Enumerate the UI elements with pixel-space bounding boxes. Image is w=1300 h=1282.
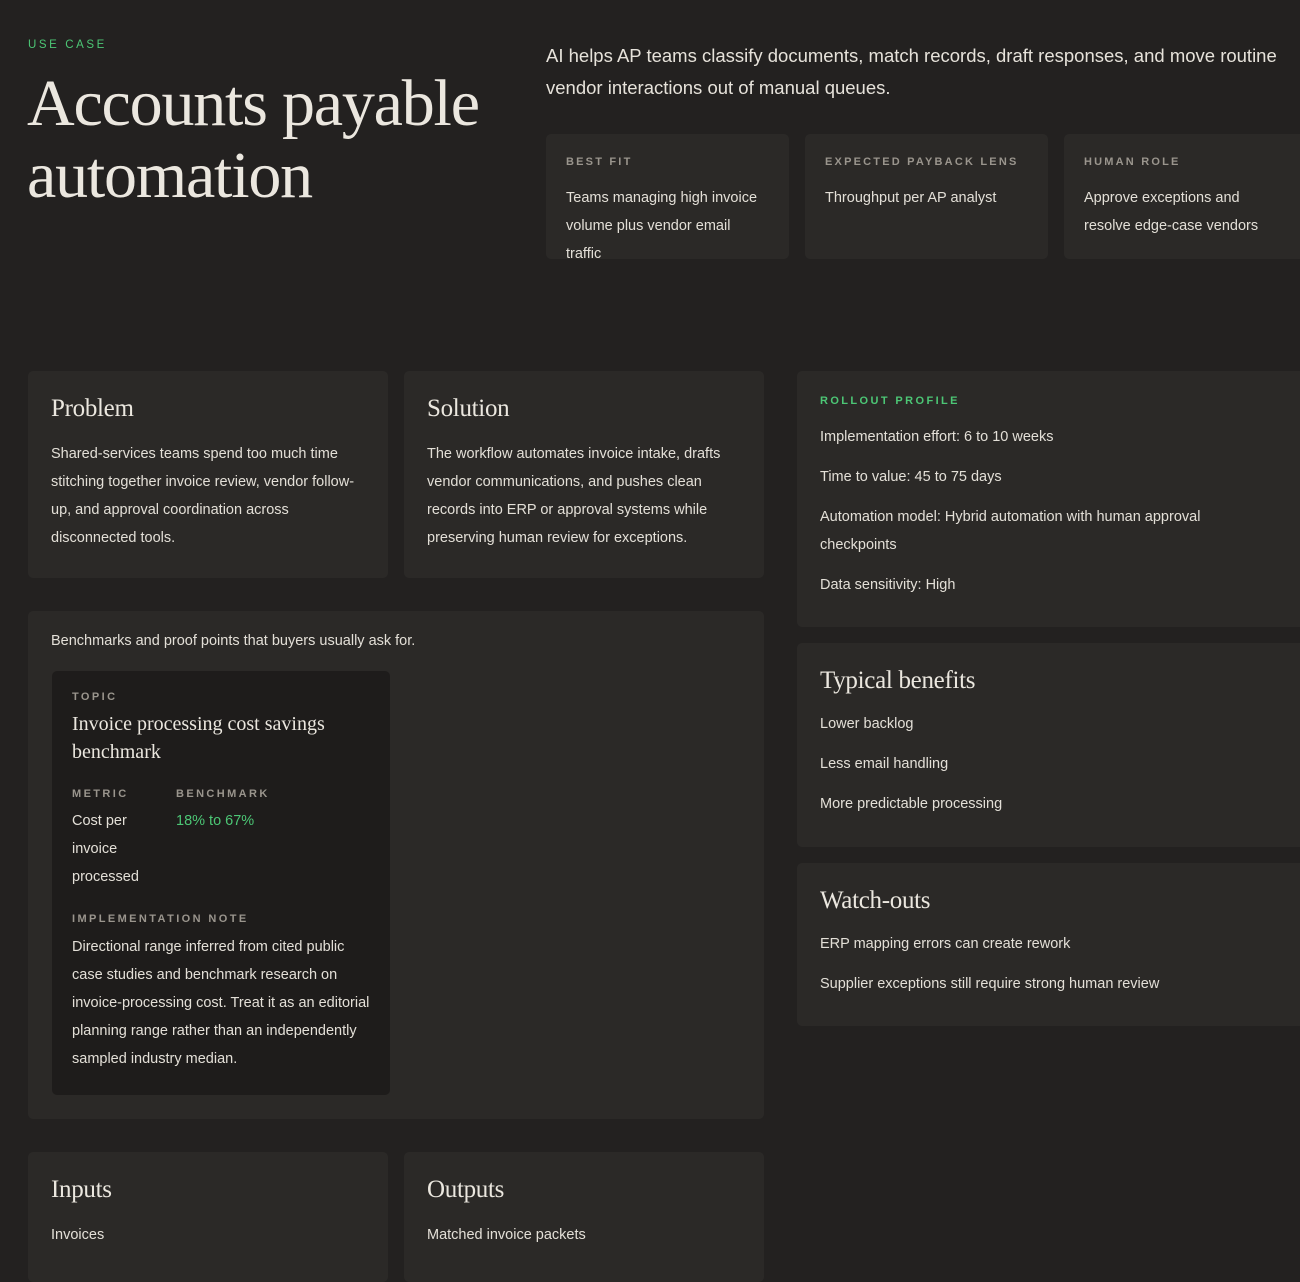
fact-card-payback: EXPECTED PAYBACK LENS Throughput per AP …	[805, 134, 1048, 259]
problem-heading: Problem	[51, 395, 134, 422]
metric-label: METRIC	[72, 788, 129, 800]
fact-value: Teams managing high invoice volume plus …	[566, 190, 758, 262]
fact-value: Throughput per AP analyst	[825, 190, 997, 206]
benefit-item: More predictable processing	[820, 796, 1003, 812]
solution-panel: Solution The workflow automates invoice …	[404, 371, 764, 578]
inputs-panel: Inputs Invoices	[28, 1152, 388, 1282]
metric-value: Cost per invoice processed	[72, 813, 139, 885]
benefit-item: Less email handling	[820, 756, 949, 772]
fact-card-human-role: HUMAN ROLE Approve exceptions and resolv…	[1064, 134, 1300, 259]
benchmark-column: BENCHMARK 18% to 67%	[176, 788, 366, 835]
solution-heading: Solution	[427, 395, 510, 422]
problem-panel: Problem Shared-services teams spend too …	[28, 371, 388, 578]
benchmarks-intro: Benchmarks and proof points that buyers …	[51, 633, 416, 649]
watchout-item: Supplier exceptions still require strong…	[820, 976, 1160, 992]
rollout-list: Implementation effort: 6 to 10 weeks Tim…	[820, 423, 1240, 599]
rollout-label: ROLLOUT PROFILE	[820, 395, 960, 407]
fact-label: EXPECTED PAYBACK LENS	[825, 156, 1019, 168]
metric-column: METRIC Cost per invoice processed	[72, 788, 162, 891]
solution-text: The workflow automates invoice intake, d…	[427, 446, 721, 546]
note-text: Directional range inferred from cited pu…	[72, 939, 370, 1067]
fact-value: Approve exceptions and resolve edge-case…	[1084, 190, 1259, 234]
fact-card-best-fit: BEST FIT Teams managing high invoice vol…	[546, 134, 789, 262]
topic-label: TOPIC	[72, 691, 118, 703]
watchouts-list: ERP mapping errors can create rework Sup…	[820, 930, 1277, 998]
inputs-item: Invoices	[51, 1227, 105, 1243]
watchout-item: ERP mapping errors can create rework	[820, 936, 1071, 952]
hero-summary: AI helps AP teams classify documents, ma…	[546, 45, 1277, 98]
rollout-panel: ROLLOUT PROFILE Implementation effort: 6…	[797, 371, 1300, 627]
problem-text: Shared-services teams spend too much tim…	[51, 446, 355, 546]
benefits-panel: Typical benefits Lower backlog Less emai…	[797, 643, 1300, 847]
rollout-item: Automation model: Hybrid automation with…	[820, 509, 1201, 553]
use-case-eyebrow: USE CASE	[28, 39, 107, 51]
rollout-item: Implementation effort: 6 to 10 weeks	[820, 429, 1054, 445]
benefits-list: Lower backlog Less email handling More p…	[820, 710, 1277, 818]
benchmarks-panel: Benchmarks and proof points that buyers …	[28, 611, 764, 1119]
benchmark-value: 18% to 67%	[176, 813, 255, 829]
watchouts-panel: Watch-outs ERP mapping errors can create…	[797, 863, 1300, 1026]
fact-label: HUMAN ROLE	[1084, 156, 1181, 168]
watchouts-heading: Watch-outs	[820, 887, 931, 914]
page-title: Accounts payable automation	[27, 67, 480, 212]
outputs-item: Matched invoice packets	[427, 1227, 586, 1243]
outputs-heading: Outputs	[427, 1176, 505, 1203]
fact-label: BEST FIT	[566, 156, 633, 168]
note-block: IMPLEMENTATION NOTE Directional range in…	[72, 913, 372, 1073]
note-label: IMPLEMENTATION NOTE	[72, 913, 249, 925]
outputs-panel: Outputs Matched invoice packets	[404, 1152, 764, 1282]
rollout-item: Time to value: 45 to 75 days	[820, 469, 1002, 485]
benchmark-label: BENCHMARK	[176, 788, 270, 800]
rollout-item: Data sensitivity: High	[820, 577, 956, 593]
benefit-item: Lower backlog	[820, 716, 914, 732]
topic-title: Invoice processing cost savings benchmar…	[72, 713, 325, 763]
benefits-heading: Typical benefits	[820, 667, 976, 694]
benchmark-card: TOPIC Invoice processing cost savings be…	[52, 671, 390, 1095]
inputs-heading: Inputs	[51, 1176, 112, 1203]
